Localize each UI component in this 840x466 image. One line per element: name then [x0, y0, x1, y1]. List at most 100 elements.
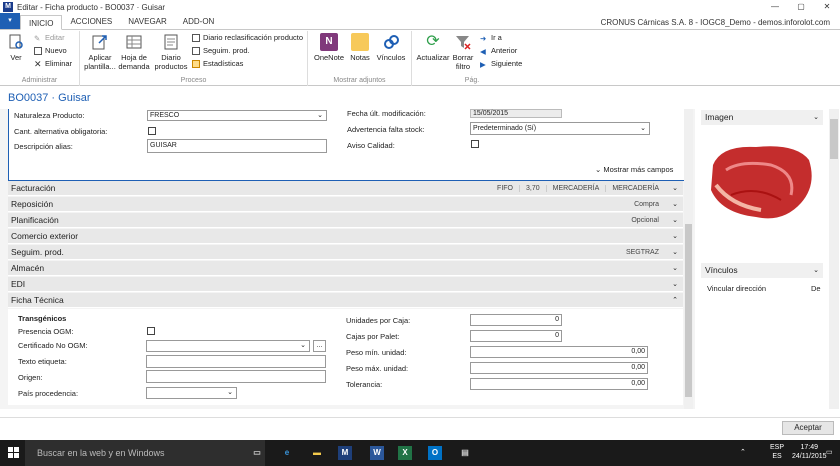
diario-productos-button[interactable]: Diario productos	[154, 33, 188, 71]
task-view-icon[interactable]: ▭	[250, 446, 264, 460]
delete-icon: ✕	[34, 58, 42, 69]
main-scrollbar-thumb[interactable]	[685, 224, 692, 397]
eliminar-button[interactable]: ✕ Eliminar	[34, 59, 72, 68]
factbox-scrollbar-thumb[interactable]	[830, 119, 838, 159]
desc-alias-input[interactable]: GUISAR	[147, 139, 327, 153]
fecha-field: 15/05/2015	[470, 109, 562, 118]
word-icon[interactable]: W	[370, 446, 384, 460]
group-pag: ⟳ Actualizar Borrar filtro ➜ Ir a ◀ Anteri…	[412, 31, 532, 86]
hoja-demanda-button[interactable]: Hoja de demanda	[118, 33, 150, 71]
minimize-button[interactable]: —	[762, 0, 788, 14]
certificado-lookup-button[interactable]: ...	[313, 340, 326, 352]
factbox-vinculos-header[interactable]: Vínculos ⌄	[701, 263, 823, 278]
vinculos-button[interactable]: Vínculos	[376, 33, 406, 62]
file-explorer-icon[interactable]: ▬	[310, 446, 324, 460]
fasttab-comercio-exterior[interactable]: Comercio exterior ⌄	[8, 229, 683, 244]
journal-icon	[162, 33, 180, 51]
tracking-icon	[192, 46, 200, 55]
windows-start-icon[interactable]	[8, 447, 20, 459]
borrar-filtro-button[interactable]: Borrar filtro	[450, 33, 476, 71]
links-icon	[382, 33, 400, 51]
tab-acciones[interactable]: ACCIONES	[62, 14, 120, 29]
outlook-icon[interactable]: O	[428, 446, 442, 460]
cajas-palet-input[interactable]: 0	[470, 330, 562, 342]
maximize-button[interactable]: ▢	[788, 0, 814, 14]
factbox-imagen-header[interactable]: Imagen ⌄	[701, 110, 823, 125]
taskbar-clock[interactable]: 17:49 24/11/2015	[792, 443, 827, 461]
window-title: Editar - Ficha producto - BO0037 · Guisa…	[17, 2, 166, 12]
section-transgenicos: Transgénicos	[18, 314, 67, 323]
keyboard-language[interactable]: ESP ES	[770, 443, 784, 461]
chevron-down-icon: ⌄	[672, 281, 678, 288]
fasttab-almacen[interactable]: Almacén ⌄	[8, 261, 683, 276]
fasttab-facturacion[interactable]: Facturación FIFO 3,70 MERCADERÍA MERCADERÍA ⌄	[8, 181, 683, 196]
onenote-button[interactable]: N OneNote	[314, 33, 344, 62]
app-menu-button[interactable]: ▾	[0, 13, 20, 29]
chevron-down-icon: ⌄	[672, 249, 678, 256]
fasttab-reposicion[interactable]: Reposición Compra ⌄	[8, 197, 683, 212]
app-logo-icon: M	[3, 2, 13, 12]
nuevo-button[interactable]: Nuevo	[34, 46, 67, 55]
texto-etiqueta-input[interactable]	[146, 355, 326, 368]
tab-navegar[interactable]: NAVEGAR	[120, 14, 175, 29]
fasttab-edi[interactable]: EDI ⌄	[8, 277, 683, 292]
aviso-calidad-checkbox[interactable]	[471, 140, 479, 148]
aviso-calidad-label: Aviso Calidad:	[347, 141, 395, 150]
tab-inicio[interactable]: INICIO	[20, 15, 63, 30]
fasttab-planificacion[interactable]: Planificación Opcional ⌄	[8, 213, 683, 228]
aceptar-button[interactable]: Aceptar	[782, 421, 834, 435]
tolerancia-label: Tolerancia:	[346, 380, 383, 389]
edge-icon[interactable]: e	[280, 446, 294, 460]
notas-button[interactable]: Notas	[348, 33, 372, 62]
texto-etiqueta-label: Texto etiqueta:	[18, 357, 67, 366]
uds-caja-input[interactable]: 0	[470, 314, 562, 326]
main-scrollbar[interactable]	[684, 109, 693, 409]
chevron-down-icon: ⌄	[672, 233, 678, 240]
tab-add-on[interactable]: ADD-ON	[175, 14, 223, 29]
fecha-label: Fecha últ. modificación:	[347, 109, 426, 118]
goto-icon: ➜	[480, 33, 487, 43]
next-icon: ▶	[480, 59, 486, 69]
factbox-scrollbar[interactable]	[829, 109, 839, 409]
seguim-prod-button[interactable]: Seguim. prod.	[192, 46, 250, 55]
navision-icon[interactable]: M	[338, 446, 352, 460]
chevron-down-icon: ⌄	[672, 265, 678, 272]
onenote-icon: N	[320, 33, 338, 51]
taskbar-search-box[interactable]: Buscar en la web y en Windows	[25, 440, 265, 466]
anterior-button[interactable]: ◀ Anterior	[480, 46, 517, 56]
siguiente-button[interactable]: ▶ Siguiente	[480, 59, 522, 69]
remote-desktop-icon[interactable]: ▤	[458, 446, 472, 460]
ir-a-button[interactable]: ➜ Ir a	[480, 33, 502, 43]
actualizar-button[interactable]: ⟳ Actualizar	[416, 33, 450, 62]
pais-procedencia-select[interactable]: ⌄	[146, 387, 237, 399]
ver-button[interactable]: Ver	[6, 33, 26, 62]
chevron-down-icon: ⌄	[672, 201, 678, 208]
origen-input[interactable]	[146, 370, 326, 383]
diario-reclasificacion-button[interactable]: Diario reclasificación producto	[192, 33, 303, 42]
aplicar-plantilla-button[interactable]: Aplicar plantilla...	[84, 33, 116, 71]
mostrar-mas-campos-button[interactable]: ⌄ Mostrar más campos	[595, 165, 673, 174]
company-name: CRONUS Cárnicas S.A. 8 - IOGC8_Demo - de…	[600, 18, 830, 27]
naturaleza-select[interactable]: FRESCO ⌄	[147, 110, 327, 121]
group-proceso: Aplicar plantilla... Hoja de demanda Dia…	[80, 31, 308, 86]
fasttab-ficha-tecnica[interactable]: Ficha Técnica ⌃	[8, 293, 683, 308]
editar-button[interactable]: ✎ Editar	[34, 33, 65, 43]
peso-min-input[interactable]: 0,00	[470, 346, 648, 358]
certificado-select[interactable]: ⌄	[146, 340, 310, 352]
tolerancia-input[interactable]: 0,00	[470, 378, 648, 390]
notifications-icon[interactable]: ▭	[826, 448, 833, 457]
tray-chevron-icon[interactable]: ⌃	[740, 448, 746, 457]
group-label-adjuntos: Mostrar adjuntos	[333, 77, 386, 84]
excel-icon[interactable]: X	[398, 446, 412, 460]
peso-max-label: Peso máx. unidad:	[346, 364, 409, 373]
estadisticas-button[interactable]: Estadísticas	[192, 59, 243, 68]
presencia-ogm-checkbox[interactable]	[147, 327, 155, 335]
fasttab-seguim-prod[interactable]: Seguim. prod. SEGTRAZ ⌄	[8, 245, 683, 260]
advertencia-select[interactable]: Predeterminado (Sí) ⌄	[470, 122, 650, 135]
peso-max-input[interactable]: 0,00	[470, 362, 648, 374]
chevron-down-icon: ⌄	[227, 389, 233, 396]
cant-alt-checkbox[interactable]	[148, 127, 156, 135]
close-button[interactable]: ✕	[814, 0, 840, 14]
statistics-icon	[192, 59, 200, 68]
general-fasttab: Naturaleza Producto: FRESCO ⌄ Cant. alter…	[8, 109, 692, 181]
